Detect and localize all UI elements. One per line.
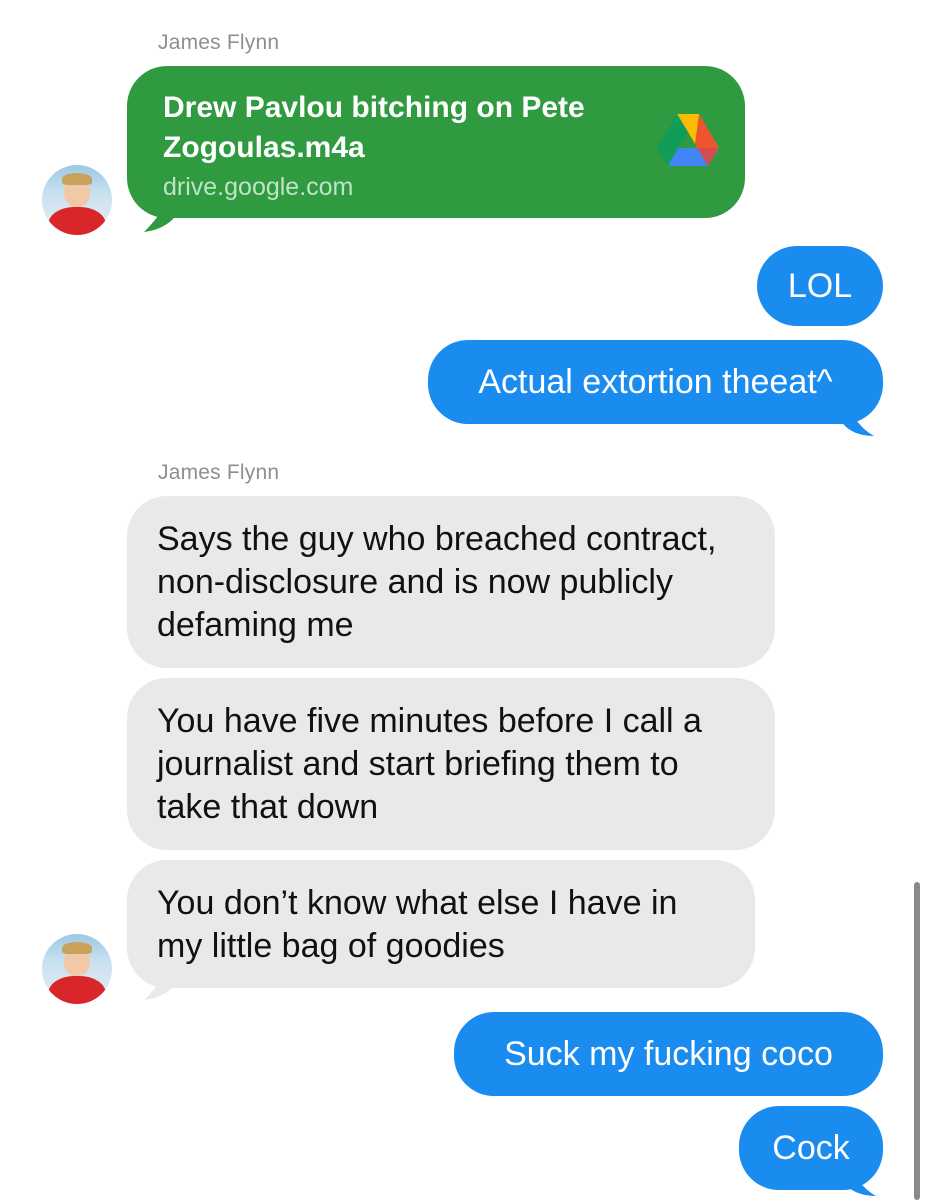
avatar-hair <box>62 173 92 185</box>
link-preview-bubble[interactable]: Drew Pavlou bitching on Pete Zogoulas.m4… <box>127 66 745 218</box>
google-drive-icon <box>657 114 719 166</box>
sender-name: James Flynn <box>158 461 280 484</box>
link-domain: drive.google.com <box>163 173 354 201</box>
link-title: Drew Pavlou bitching on Pete Zogoulas.m4… <box>163 91 585 164</box>
outgoing-message[interactable]: Suck my fucking coco <box>454 1012 883 1096</box>
outgoing-message[interactable]: Actual extortion theeat^ <box>428 340 883 424</box>
outgoing-message[interactable]: Cock <box>739 1106 883 1190</box>
sender-name: James Flynn <box>158 31 280 54</box>
avatar-jacket <box>48 976 106 1004</box>
incoming-message[interactable]: You have five minutes before I call a jo… <box>127 678 775 850</box>
incoming-message[interactable]: You don’t know what else I have in my li… <box>127 860 755 988</box>
avatar-jacket <box>48 207 106 235</box>
incoming-message[interactable]: Says the guy who breached contract, non-… <box>127 496 775 668</box>
avatar[interactable] <box>42 934 112 1004</box>
outgoing-message[interactable]: LOL <box>757 246 883 326</box>
avatar[interactable] <box>42 165 112 235</box>
avatar-hair <box>62 942 92 954</box>
scrollbar[interactable] <box>914 882 920 1200</box>
